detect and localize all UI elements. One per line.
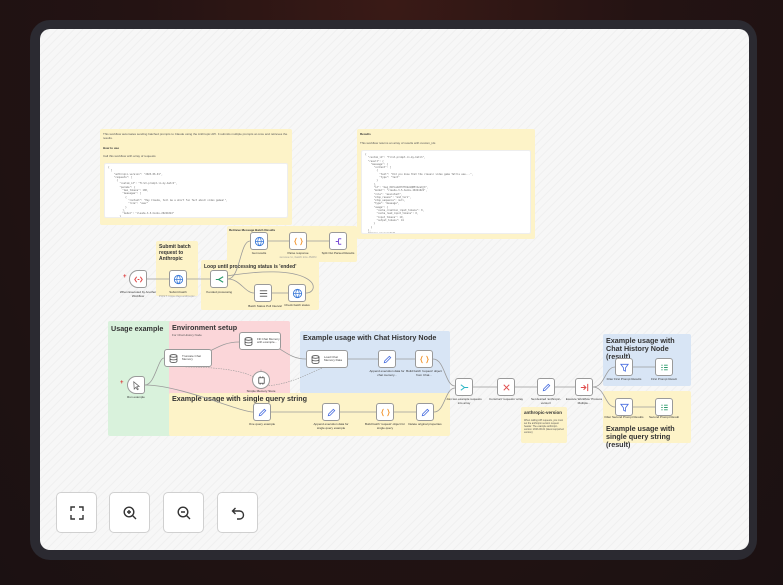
node-second-result[interactable] bbox=[655, 398, 673, 416]
fit-view-icon bbox=[69, 505, 84, 520]
label-second-result: Second Prompt Result bbox=[648, 415, 679, 419]
node-set-version[interactable] bbox=[537, 378, 555, 396]
pencil-icon bbox=[542, 383, 550, 391]
node-fill-memory[interactable]: Fill Chat Memory with example... bbox=[239, 332, 281, 350]
cursor-icon bbox=[132, 380, 140, 390]
node-one-query[interactable] bbox=[253, 403, 271, 421]
add-trigger-plus[interactable]: + bbox=[123, 274, 127, 280]
pencil-icon bbox=[258, 408, 266, 416]
label-check-batch-status: Check batch status bbox=[284, 303, 310, 307]
label-submit-batch: Submit batch POST: https://api.anthropic… bbox=[158, 290, 198, 298]
label-simple-memory: Simple Memory Store bbox=[246, 389, 276, 393]
list-icon bbox=[660, 404, 668, 410]
label-run-example: Run example bbox=[127, 395, 145, 399]
node-delete-props[interactable] bbox=[416, 403, 434, 421]
filter-icon bbox=[619, 363, 629, 372]
label-delete-props: Delete original properties bbox=[408, 422, 442, 426]
node-filter-second[interactable] bbox=[615, 398, 633, 416]
list-icon bbox=[660, 364, 668, 370]
wait-icon bbox=[259, 289, 267, 297]
node-append-single[interactable] bbox=[322, 403, 340, 421]
label-join-requests: Join two example requests into array bbox=[446, 397, 482, 405]
label-first-result: First Prompt Result bbox=[651, 377, 677, 381]
label-if-ended: If ended processing bbox=[205, 290, 233, 294]
label-build-single: Build batch 'request' object for single … bbox=[365, 422, 406, 430]
node-split-out[interactable] bbox=[329, 232, 347, 250]
workflow-icon bbox=[580, 383, 588, 391]
node-simple-memory[interactable] bbox=[252, 371, 270, 389]
node-first-result[interactable] bbox=[655, 358, 673, 376]
pencil-icon bbox=[421, 408, 429, 416]
workflow-canvas[interactable]: This workflow automates sending batched … bbox=[40, 29, 749, 550]
fit-view-button[interactable] bbox=[56, 492, 97, 533]
memory-icon bbox=[257, 375, 265, 385]
code-icon bbox=[419, 355, 429, 363]
node-filter-first[interactable] bbox=[615, 358, 633, 376]
code-icon bbox=[293, 237, 303, 245]
label-set-version: Set desired 'anthropic-version' bbox=[531, 397, 561, 405]
node-when-executed[interactable] bbox=[129, 270, 147, 288]
database-icon bbox=[244, 336, 253, 346]
globe-icon bbox=[254, 236, 264, 246]
label-load-memory: Load Chat Memory Data bbox=[324, 354, 343, 362]
label-append-chat: Append execution data for chat memory... bbox=[369, 369, 405, 377]
node-load-memory[interactable]: Load Chat Memory Data bbox=[306, 350, 348, 368]
node-build-single[interactable] bbox=[376, 403, 394, 421]
globe-icon bbox=[292, 288, 302, 298]
filter-icon bbox=[619, 403, 629, 412]
pencil-icon bbox=[327, 408, 335, 416]
aggregate-icon bbox=[502, 383, 510, 391]
reset-zoom-button[interactable] bbox=[217, 492, 258, 533]
node-get-results[interactable] bbox=[250, 232, 268, 250]
node-append-chat[interactable] bbox=[378, 350, 396, 368]
split-icon bbox=[335, 237, 341, 245]
label-parse-response: Parse response remove \n, batch into JSO… bbox=[278, 251, 318, 259]
database-icon bbox=[169, 353, 178, 363]
label-append-single: Append execution data for single query e… bbox=[313, 422, 349, 430]
label-when-executed: When Executed by Another Workflow bbox=[119, 290, 157, 298]
node-parse-response[interactable] bbox=[289, 232, 307, 250]
label-build-chat: Build batch 'request' object from Chat..… bbox=[406, 369, 442, 377]
node-truncate-memory[interactable]: Truncate Chat Memory bbox=[164, 349, 212, 367]
add-run-plus[interactable]: + bbox=[120, 380, 124, 386]
database-icon bbox=[311, 354, 320, 364]
undo-icon bbox=[231, 507, 244, 520]
label-parse-sub: remove \n, batch into JSON bbox=[279, 254, 317, 259]
node-join-requests[interactable] bbox=[455, 378, 473, 396]
if-icon bbox=[215, 275, 223, 283]
node-construct-requests[interactable] bbox=[497, 378, 515, 396]
zoom-out-icon bbox=[176, 505, 190, 519]
label-filter-first: Filter First Prompt Results bbox=[606, 377, 642, 381]
node-build-chat[interactable] bbox=[415, 350, 433, 368]
pencil-icon bbox=[383, 355, 391, 363]
label-truncate-memory: Truncate Chat Memory bbox=[182, 353, 201, 361]
node-check-batch-status[interactable] bbox=[288, 284, 306, 302]
node-submit-batch[interactable] bbox=[169, 270, 187, 288]
zoom-out-button[interactable] bbox=[163, 492, 204, 533]
label-split-out: Split Out Parsed Results bbox=[321, 251, 355, 255]
node-if-ended[interactable] bbox=[210, 270, 228, 288]
node-execute-workflow[interactable] bbox=[575, 378, 593, 396]
label-one-query: One query example bbox=[248, 422, 276, 426]
merge-icon bbox=[460, 383, 468, 391]
label-construct-requests: Construct 'requests' array bbox=[489, 397, 523, 401]
zoom-in-button[interactable] bbox=[109, 492, 150, 533]
globe-icon bbox=[173, 274, 183, 284]
label-submit-batch-sub: POST: https://api.anthropic... bbox=[158, 293, 198, 298]
node-batch-status-poll[interactable] bbox=[254, 284, 272, 302]
node-run-example[interactable] bbox=[127, 376, 145, 394]
label-fill-memory: Fill Chat Memory with example... bbox=[257, 336, 280, 344]
code-icon bbox=[380, 408, 390, 416]
label-filter-second: Filter Second Prompt Results bbox=[604, 415, 644, 419]
zoom-in-icon bbox=[122, 505, 136, 519]
label-execute-workflow: Execute Workflow 'Process Multiple... bbox=[565, 397, 603, 405]
label-get-results: Get results bbox=[251, 251, 267, 255]
trigger-icon bbox=[133, 275, 143, 283]
